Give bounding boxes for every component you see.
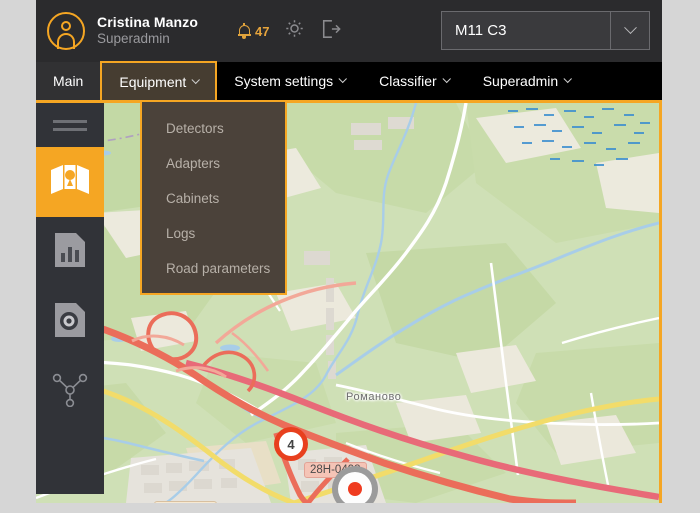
chevron-down-icon	[338, 74, 348, 84]
dropdown-item-label: Cabinets	[166, 191, 220, 206]
cluster-count: 4	[279, 432, 303, 456]
user-info: Cristina Manzo Superadmin	[97, 14, 198, 48]
sidebar-item-network[interactable]	[36, 357, 104, 427]
avatar-head	[61, 21, 71, 31]
map-canvas	[36, 103, 659, 503]
user-name: Cristina Manzo	[97, 13, 198, 30]
equipment-dropdown-menu: Detectors Adapters Cabinets Logs Road pa…	[140, 100, 287, 295]
sidebar-item-menu[interactable]	[36, 103, 104, 147]
hamburger-menu-icon	[53, 115, 87, 136]
dropdown-item-road-parameters[interactable]: Road parameters	[142, 251, 285, 286]
notifications-button[interactable]: 47	[237, 23, 270, 39]
chevron-down-icon	[442, 74, 451, 84]
dropdown-item-detectors[interactable]: Detectors	[142, 111, 285, 146]
sidebar-item-reports[interactable]	[36, 217, 104, 287]
map-icon	[50, 163, 90, 202]
nav-label: Equipment	[119, 73, 187, 90]
application-window: Cristina Manzo Superadmin 47 M11 C3 Main…	[36, 0, 662, 503]
notification-count: 47	[254, 23, 270, 39]
bar-chart-icon	[55, 232, 85, 272]
dropdown-item-adapters[interactable]: Adapters	[142, 146, 285, 181]
dropdown-item-logs[interactable]: Logs	[142, 216, 285, 251]
map-place-label: Романово	[346, 391, 402, 403]
content-area: Романово Медное 28H-0578 28H-0498 4 4 2 …	[36, 100, 662, 503]
road-selector-value: M11 C3	[455, 22, 507, 39]
nav-item-main[interactable]: Main	[36, 62, 101, 100]
sidebar-item-map[interactable]	[36, 147, 104, 217]
sidebar-item-detectors[interactable]	[36, 287, 104, 357]
marker-inner-circle	[338, 472, 372, 503]
marker-dot	[348, 482, 362, 496]
dropdown-item-label: Detectors	[166, 121, 224, 136]
nav-item-superadmin[interactable]: Superadmin	[466, 62, 588, 100]
map-road-label: 28H-0578	[154, 501, 217, 503]
top-header-bar: Cristina Manzo Superadmin 47 M11 C3	[36, 0, 662, 62]
nav-item-equipment[interactable]: Equipment	[100, 61, 218, 100]
user-avatar-icon[interactable]	[47, 12, 85, 50]
nav-label: Superadmin	[482, 73, 559, 89]
header-icon-group: 47	[237, 18, 342, 44]
chevron-down-icon	[191, 75, 201, 84]
main-navigation: Main Equipment System settings Classifie…	[36, 61, 662, 100]
left-icon-sidebar	[36, 103, 104, 494]
chevron-down-icon[interactable]	[611, 21, 649, 35]
nav-item-system-settings[interactable]: System settings	[217, 62, 362, 100]
dropdown-item-cabinets[interactable]: Cabinets	[142, 181, 285, 216]
dropdown-item-label: Road parameters	[166, 261, 271, 276]
dropdown-item-label: Adapters	[166, 156, 221, 171]
user-role: Superadmin	[97, 31, 170, 47]
map-view[interactable]: Романово Медное 28H-0578 28H-0498 4 4 2 …	[36, 103, 659, 503]
camera-detector-icon	[55, 302, 85, 342]
nav-label: Main	[53, 73, 84, 89]
road-selector[interactable]: M11 C3	[441, 11, 650, 50]
dropdown-item-label: Logs	[166, 226, 196, 241]
avatar-body	[57, 33, 75, 49]
network-nodes-icon	[52, 373, 88, 412]
bell-icon	[237, 23, 251, 39]
chevron-down-icon	[563, 74, 573, 84]
logout-icon[interactable]	[320, 19, 342, 44]
gear-icon[interactable]	[284, 18, 305, 44]
map-cluster-marker[interactable]: 4	[274, 427, 308, 461]
nav-label: Classifier	[379, 73, 437, 89]
nav-item-classifier[interactable]: Classifier	[362, 62, 466, 100]
nav-label: System settings	[234, 73, 334, 89]
